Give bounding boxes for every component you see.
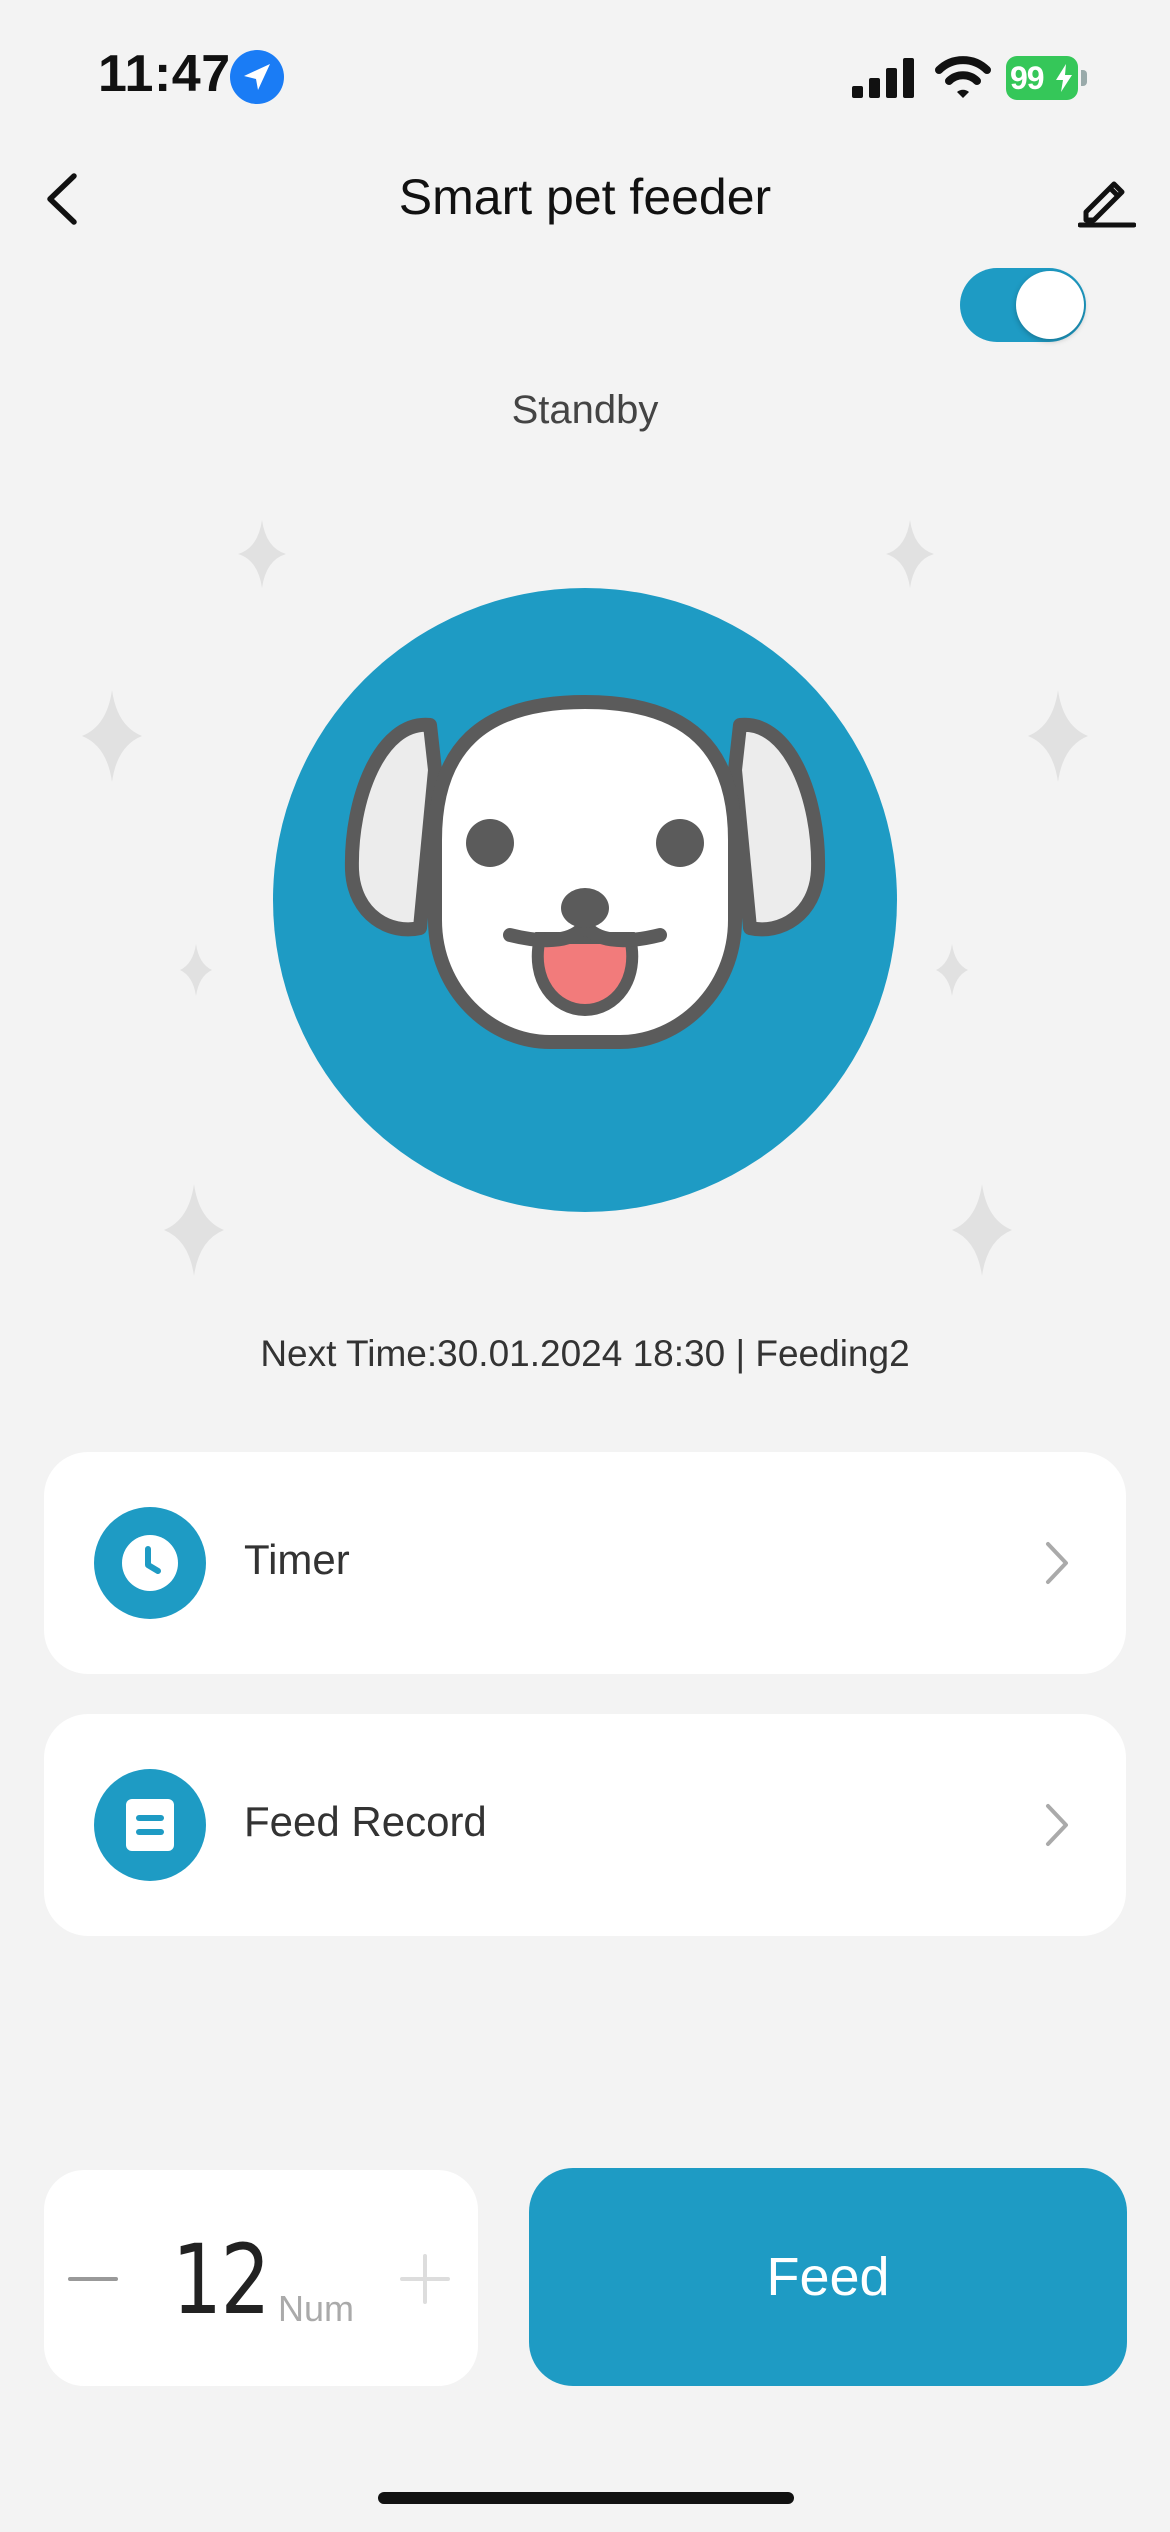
battery-level: 99 — [1010, 60, 1045, 96]
sparkle-icon — [164, 1184, 224, 1276]
feed-button[interactable]: Feed — [529, 2168, 1127, 2386]
document-icon — [94, 1769, 206, 1881]
home-indicator[interactable] — [378, 2492, 794, 2504]
battery-indicator: 99 — [1006, 56, 1087, 100]
page-title: Smart pet feeder — [398, 169, 772, 225]
menu-item-feed-record[interactable]: Feed Record — [44, 1714, 1126, 1936]
charging-bolt-icon — [1056, 64, 1072, 92]
cellular-signal-icon — [852, 58, 914, 98]
status-time: 11:47 — [98, 45, 231, 103]
sparkle-icon — [936, 944, 968, 996]
toggle-knob — [1016, 271, 1084, 339]
sparkle-icon — [180, 944, 212, 996]
wifi-icon — [935, 56, 991, 98]
minus-icon[interactable] — [68, 2254, 118, 2304]
location-arrow-icon — [230, 50, 284, 104]
sparkle-icon — [952, 1184, 1012, 1276]
power-toggle[interactable] — [960, 268, 1086, 342]
sparkle-icon — [82, 690, 142, 782]
portion-stepper: 12 Num — [44, 2170, 478, 2386]
pencil-icon[interactable] — [1078, 170, 1136, 228]
sparkle-icon — [238, 520, 286, 588]
device-status: Standby — [511, 388, 659, 432]
sparkle-icon — [886, 520, 934, 588]
menu-item-timer[interactable]: Timer — [44, 1452, 1126, 1674]
chevron-right-icon — [1046, 1804, 1068, 1846]
portion-value: 12 — [172, 2224, 271, 2336]
portion-unit: Num — [278, 2288, 355, 2329]
chevron-right-icon — [1046, 1542, 1068, 1584]
clock-icon — [94, 1507, 206, 1619]
next-feeding-time: Next Time:30.01.2024 18:30 | Feeding2 — [260, 1333, 910, 1374]
sparkle-icon — [1028, 690, 1088, 782]
menu-item-label: Timer — [244, 1536, 350, 1583]
menu-item-label: Feed Record — [244, 1798, 487, 1845]
dog-face-icon — [344, 694, 826, 1049]
plus-icon[interactable] — [400, 2254, 450, 2304]
